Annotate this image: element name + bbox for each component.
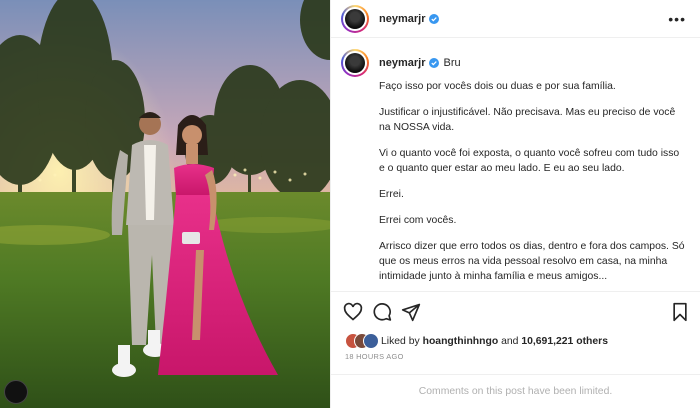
comments-limited-notice: Comments on this post have been limited. bbox=[331, 374, 700, 408]
instagram-post: neymarjr ••• neymarjr Bru Faço isso por … bbox=[0, 0, 700, 408]
caption-first-line: Bru bbox=[443, 57, 461, 69]
caption-header: neymarjr Bru bbox=[341, 49, 686, 77]
liker-username[interactable]: hoangthinhngo bbox=[423, 336, 499, 347]
post-photo[interactable] bbox=[0, 0, 330, 408]
caption-paragraph: Errei. bbox=[379, 189, 404, 200]
liker-avatars[interactable] bbox=[345, 333, 379, 349]
caption-paragraph: Arrisco dizer que erro todos os dias, de… bbox=[379, 241, 685, 282]
heart-icon[interactable] bbox=[343, 302, 363, 322]
caption-paragraph: Faço isso por vocês dois ou duas e por s… bbox=[379, 81, 616, 92]
likes-prefix: Liked by bbox=[381, 335, 420, 347]
verified-badge-icon bbox=[429, 13, 440, 24]
photo-owner-avatar-icon[interactable] bbox=[4, 380, 28, 404]
more-options-icon[interactable]: ••• bbox=[668, 11, 686, 27]
caption-body: Faço isso por vocês dois ou duas e por s… bbox=[341, 79, 686, 284]
action-bar bbox=[331, 291, 700, 331]
caption-paragraph: Vi o quanto você foi exposta, o quanto v… bbox=[379, 148, 680, 174]
author-avatar[interactable] bbox=[341, 4, 369, 33]
paper-plane-icon[interactable] bbox=[401, 302, 421, 322]
likes-count[interactable]: 10,691,221 others bbox=[521, 336, 608, 347]
liker-avatar bbox=[363, 333, 379, 349]
post-image bbox=[0, 0, 330, 408]
post-detail-panel: neymarjr ••• neymarjr Bru Faço isso por … bbox=[330, 0, 700, 408]
comment-icon[interactable] bbox=[372, 302, 392, 322]
verified-badge-icon bbox=[429, 58, 440, 68]
post-header: neymarjr ••• bbox=[331, 0, 700, 38]
caption: neymarjr Bru Faço isso por vocês dois ou… bbox=[331, 38, 700, 290]
likes-row: Liked by hoangthinhngo and 10,691,221 ot… bbox=[345, 333, 608, 349]
caption-author-username[interactable]: neymarjr bbox=[379, 57, 425, 69]
bookmark-icon[interactable] bbox=[670, 302, 690, 322]
post-timestamp[interactable]: 18 HOURS AGO bbox=[345, 352, 404, 361]
likes-middle: and bbox=[501, 335, 519, 347]
caption-author-avatar[interactable] bbox=[341, 49, 369, 77]
author-username[interactable]: neymarjr bbox=[379, 13, 425, 25]
caption-paragraph: Errei com vocês. bbox=[379, 215, 457, 226]
caption-paragraph: Justificar o injustificável. Não precisa… bbox=[379, 107, 676, 133]
